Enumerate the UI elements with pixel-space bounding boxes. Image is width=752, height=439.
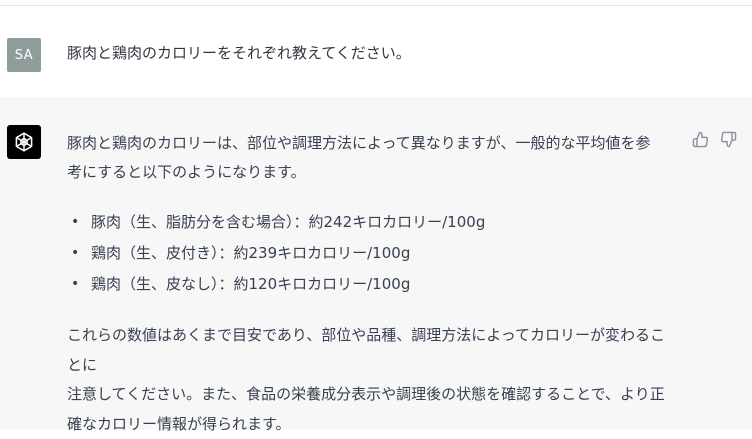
user-message-row: SA 豚肉と鶏肉のカロリーをそれぞれ教えてください。 [0, 6, 752, 97]
calorie-list: • 豚肉（生、脂肪分を含む場合）：約242キロカロリー/100g • 鶏肉（生、… [67, 207, 677, 300]
assistant-message-content: 豚肉と鶏肉のカロリーは、部位や調理方法によって異なりますが、一般的な平均値を参 … [67, 129, 677, 439]
user-avatar-initials: SA [14, 47, 34, 63]
list-item-text: 豚肉（生、脂肪分を含む場合）：約242キロカロリー/100g [91, 213, 486, 231]
bullet-icon: • [71, 214, 80, 230]
user-message-text: 豚肉と鶏肉のカロリーをそれぞれ教えてください。 [67, 44, 411, 62]
bullet-icon: • [71, 276, 80, 292]
list-item-text: 鶏肉（生、皮なし）：約120キロカロリー/100g [91, 275, 411, 293]
intro-line-1: 豚肉と鶏肉のカロリーは、部位や調理方法によって異なりますが、一般的な平均値を参 [67, 134, 651, 152]
list-item-text: 鶏肉（生、皮付き）：約239キロカロリー/100g [91, 244, 411, 262]
feedback-actions [691, 130, 737, 148]
thumbs-up-icon[interactable] [691, 130, 709, 148]
openai-logo-icon [7, 125, 41, 159]
list-item: • 豚肉（生、脂肪分を含む場合）：約242キロカロリー/100g [67, 207, 677, 238]
list-item: • 鶏肉（生、皮付き）：約239キロカロリー/100g [67, 238, 677, 269]
thumbs-down-icon[interactable] [719, 130, 737, 148]
assistant-message-row: 豚肉と鶏肉のカロリーは、部位や調理方法によって異なりますが、一般的な平均値を参 … [0, 97, 752, 433]
user-avatar: SA [7, 38, 41, 72]
assistant-note: これらの数値はあくまで目安であり、部位や品種、調理方法によってカロリーが変わるこ… [67, 321, 677, 439]
list-item: • 鶏肉（生、皮なし）：約120キロカロリー/100g [67, 269, 677, 300]
assistant-intro: 豚肉と鶏肉のカロリーは、部位や調理方法によって異なりますが、一般的な平均値を参 … [67, 129, 677, 187]
note-line-2: 注意してください。また、食品の栄養成分表示や調理後の状態を確認することで、より正 [67, 385, 665, 403]
intro-line-2: 考にすると以下のようになります。 [67, 163, 306, 181]
bullet-icon: • [71, 245, 80, 261]
note-line-1: これらの数値はあくまで目安であり、部位や品種、調理方法によってカロリーが変わるこ… [67, 326, 666, 374]
